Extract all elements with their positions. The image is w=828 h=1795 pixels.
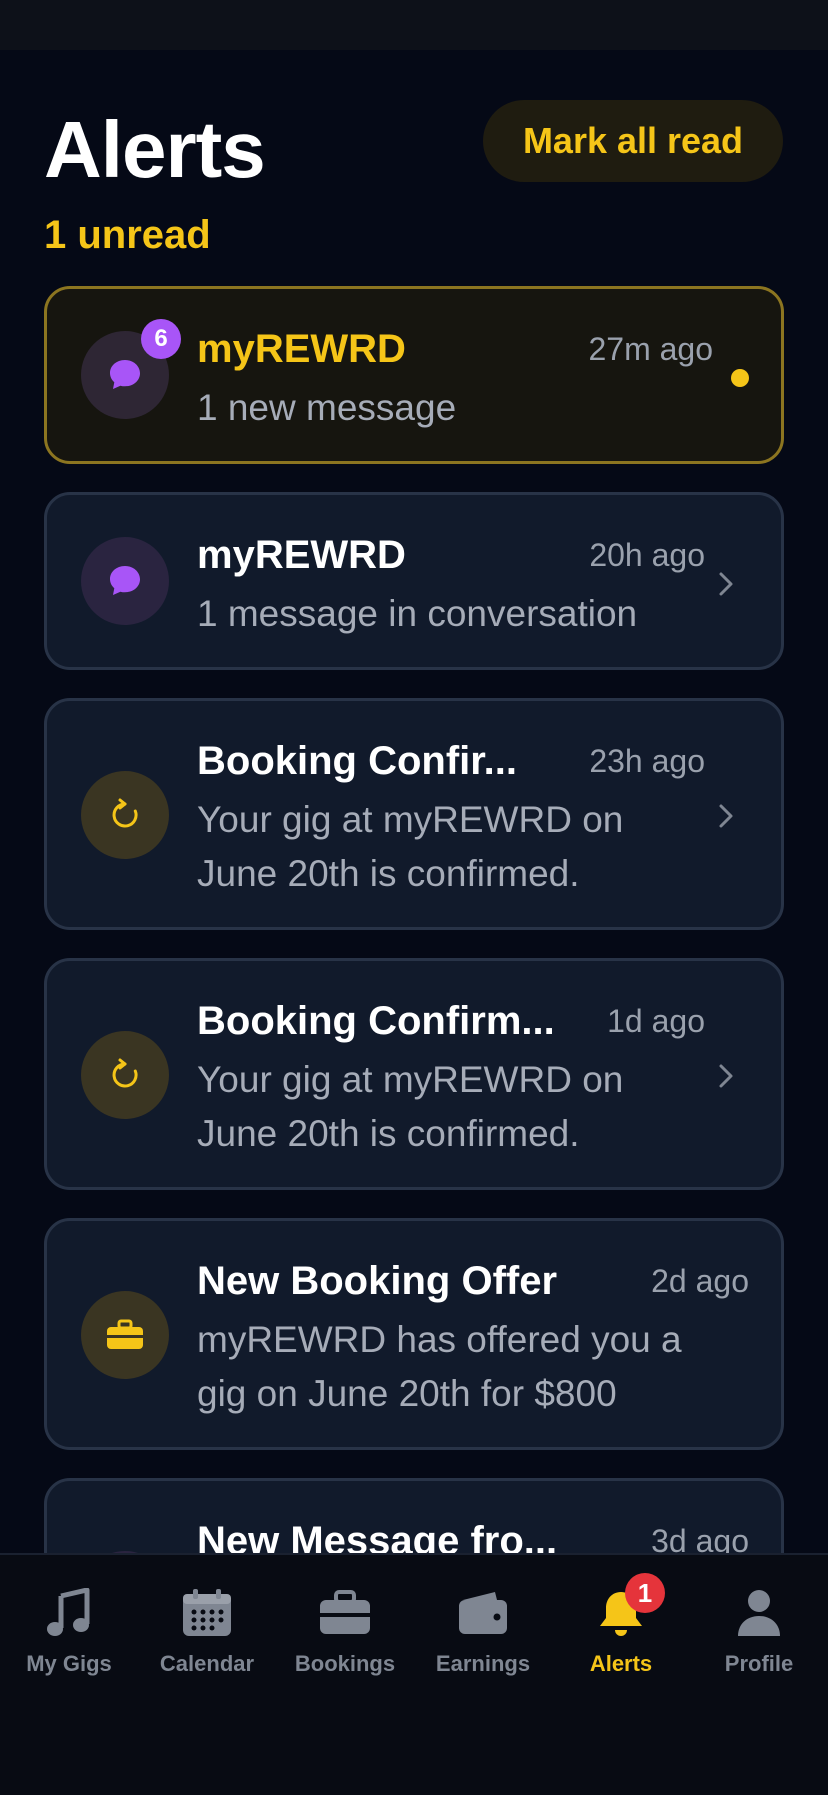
chat-bubble-icon	[81, 537, 169, 625]
notification-title: myREWRD	[197, 327, 406, 371]
chevron-right-icon	[711, 1061, 741, 1091]
tab-calendar[interactable]: Calendar	[138, 1583, 276, 1693]
notification-body: Your gig at myREWRD on June 20th is conf…	[197, 1059, 624, 1154]
bell-icon: 1	[591, 1573, 665, 1643]
chevron-right-icon	[711, 569, 741, 599]
status-bar	[0, 0, 828, 50]
refresh-icon	[81, 1031, 169, 1119]
notification-card[interactable]: Booking Confir... 23h ago Your gig at my…	[44, 698, 784, 930]
tab-label: My Gigs	[26, 1651, 112, 1676]
notification-card[interactable]: myREWRD 20h ago 1 message in conversatio…	[44, 492, 784, 670]
notification-time: 2d ago	[651, 1263, 749, 1299]
notification-card[interactable]: New Booking Offer 2d ago myREWRD has off…	[44, 1218, 784, 1450]
alerts-count-badge: 1	[625, 1573, 665, 1613]
chat-bubble-icon: 6	[81, 319, 181, 419]
briefcase-icon	[81, 1291, 169, 1379]
tab-profile[interactable]: Profile	[690, 1583, 828, 1693]
notification-title: myREWRD	[197, 533, 406, 577]
page-title: Alerts	[44, 105, 266, 194]
tab-label: Bookings	[294, 1651, 396, 1676]
notification-body: Your gig at myREWRD on June 20th is conf…	[197, 799, 624, 894]
notification-time: 1d ago	[607, 1003, 705, 1039]
tab-earnings[interactable]: Earnings	[414, 1583, 552, 1693]
message-count-badge: 6	[141, 319, 181, 359]
notification-title: New Booking Offer	[197, 1259, 558, 1303]
chevron-right-icon	[711, 801, 741, 831]
tab-label: Earnings	[435, 1651, 531, 1676]
notification-body: 1 message in conversation	[197, 593, 638, 634]
unread-dot	[731, 369, 749, 387]
notification-time: 20h ago	[589, 537, 705, 573]
tab-my-gigs[interactable]: My Gigs	[0, 1583, 138, 1693]
person-icon	[729, 1583, 789, 1643]
notification-title: Booking Confirm...	[197, 999, 555, 1043]
tab-label: Calendar	[159, 1651, 255, 1676]
notification-title: Booking Confir...	[197, 739, 517, 783]
briefcase-icon	[315, 1583, 375, 1643]
notification-time: 27m ago	[588, 331, 713, 367]
tab-bar: My Gigs Calendar Bookings Earnings 1 Ale…	[0, 1553, 828, 1795]
music-note-icon	[39, 1583, 99, 1643]
tab-alerts[interactable]: 1 Alerts	[552, 1573, 690, 1693]
calendar-icon	[177, 1583, 237, 1643]
notification-time: 23h ago	[589, 743, 705, 779]
unread-count: 1 unread	[44, 213, 211, 257]
mark-all-read-button[interactable]: Mark all read	[483, 100, 783, 182]
tab-label: Alerts	[589, 1651, 653, 1676]
notification-card[interactable]: Booking Confirm... 1d ago Your gig at my…	[44, 958, 784, 1190]
refresh-icon	[81, 771, 169, 859]
notification-body: 1 new message	[197, 387, 457, 428]
notification-card[interactable]: 6 myREWRD 27m ago 1 new message	[44, 286, 784, 464]
tab-label: Profile	[724, 1651, 794, 1676]
wallet-icon	[453, 1583, 513, 1643]
tab-bookings[interactable]: Bookings	[276, 1583, 414, 1693]
notification-body: myREWRD has offered you a gig on June 20…	[197, 1319, 682, 1414]
